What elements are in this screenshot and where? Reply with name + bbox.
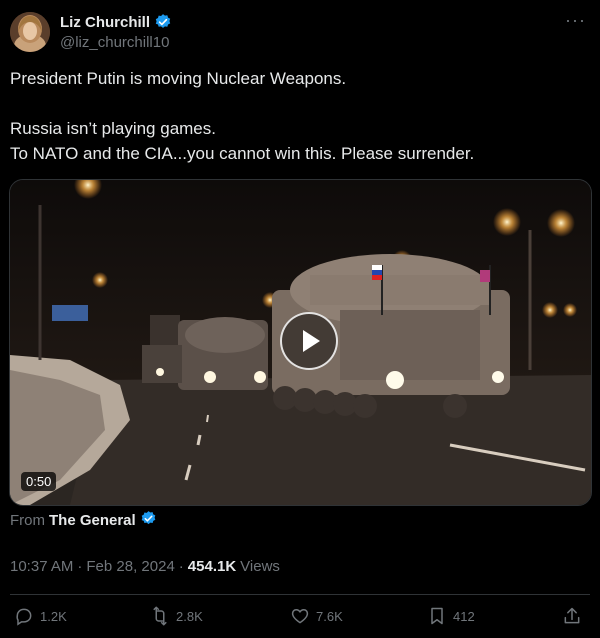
tweet-line: To NATO and the CIA...you cannot win thi… [10, 144, 475, 163]
repost-count: 2.8K [176, 608, 203, 624]
play-button[interactable] [280, 312, 338, 370]
tweet-text: President Putin is moving Nuclear Weapon… [10, 66, 585, 166]
separator: · [77, 558, 83, 575]
source-prefix: From [10, 512, 45, 529]
tweet-metadata: 10:37 AM · Feb 28, 2024 · 454.1K Views [10, 558, 280, 575]
source-name[interactable]: The General [49, 512, 136, 529]
display-name[interactable]: Liz Churchill [60, 14, 150, 31]
bookmark-button[interactable]: 412 [427, 606, 475, 626]
repost-icon [153, 606, 167, 626]
like-count: 7.6K [316, 608, 343, 624]
verified-badge-icon [140, 510, 157, 531]
reply-button[interactable]: 1.2K [14, 606, 67, 626]
play-icon [303, 330, 320, 352]
reply-count: 1.2K [40, 608, 67, 624]
name-row: Liz Churchill [60, 13, 172, 31]
tweet-date[interactable]: Feb 28, 2024 [86, 558, 174, 575]
action-bar: 1.2K 2.8K 7.6K 412 [10, 606, 590, 632]
video-player[interactable]: 0:50 [9, 179, 592, 506]
share-button[interactable] [562, 606, 582, 626]
repost-button[interactable]: 2.8K [150, 606, 203, 626]
avatar[interactable] [10, 12, 50, 52]
tweet-line: Russia isn’t playing games. [10, 119, 216, 138]
share-icon [564, 607, 580, 624]
heart-icon [291, 609, 309, 624]
views-label: Views [240, 558, 280, 575]
video-duration: 0:50 [21, 472, 57, 491]
handle[interactable]: @liz_churchill10 [60, 34, 169, 51]
more-options-icon[interactable]: ··· [565, 10, 586, 31]
tweet-header: Liz Churchill @liz_churchill10 ··· [10, 10, 590, 56]
bookmark-count: 412 [453, 608, 475, 624]
video-source: From The General [10, 510, 157, 531]
tweet-line: President Putin is moving Nuclear Weapon… [10, 69, 347, 88]
views-count: 454.1K [187, 558, 237, 575]
tweet-time[interactable]: 10:37 AM [10, 558, 73, 575]
reply-icon [16, 608, 32, 626]
like-button[interactable]: 7.6K [290, 606, 343, 626]
verified-badge-icon [154, 13, 172, 31]
divider [10, 594, 590, 595]
bookmark-icon [431, 607, 443, 625]
separator: · [178, 558, 184, 575]
